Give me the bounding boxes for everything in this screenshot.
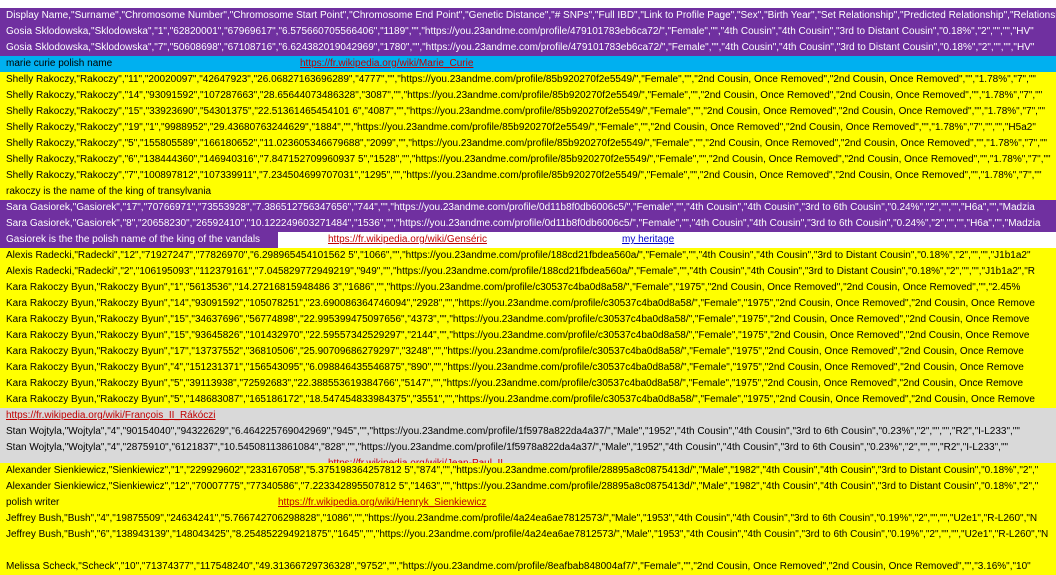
sheet-row[interactable]: Gosia Sklodowska,"Sklodowska","1","62820… bbox=[0, 24, 1056, 40]
cell-text[interactable]: marie curie polish name bbox=[6, 56, 112, 72]
sheet-row[interactable]: Shelly Rakoczy,"Rakoczy","11","20020097"… bbox=[0, 72, 1056, 88]
sheet-row[interactable]: Shelly Rakoczy,"Rakoczy","14","93091592"… bbox=[0, 88, 1056, 104]
cell-text[interactable]: rakoczy is the name of the king of trans… bbox=[6, 184, 211, 200]
sheet-row[interactable]: Alexis Radecki,"Radecki","2","106195093"… bbox=[0, 264, 1056, 280]
cell-text[interactable]: Shelly Rakoczy,"Rakoczy","19","1","99889… bbox=[6, 120, 1036, 136]
cell-text[interactable]: Gosia Sklodowska,"Sklodowska","7","50608… bbox=[6, 40, 1034, 56]
cell-text[interactable]: Sara Gasiorek,"Gasiorek","17","70766971"… bbox=[6, 200, 1035, 216]
hyperlink[interactable]: https://fr.wikipedia.org/wiki/Genséric bbox=[328, 232, 487, 248]
hyperlink[interactable]: my heritage bbox=[622, 232, 674, 248]
sheet-row[interactable]: Kara Rakoczy Byun,"Rakoczy Byun","5","39… bbox=[0, 376, 1056, 392]
sheet-row[interactable]: Shelly Rakoczy,"Rakoczy","6","138444360"… bbox=[0, 152, 1056, 168]
sheet-row[interactable]: Alexis Radecki,"Radecki","12","71927247"… bbox=[0, 248, 1056, 264]
sheet-row[interactable]: Shelly Rakoczy,"Rakoczy","19","1","99889… bbox=[0, 120, 1056, 136]
cell-text[interactable]: Alexis Radecki,"Radecki","12","71927247"… bbox=[6, 248, 1031, 264]
cell-text[interactable]: Kara Rakoczy Byun,"Rakoczy Byun","14","9… bbox=[6, 296, 1035, 312]
sheet-row[interactable] bbox=[0, 543, 1056, 559]
sheet-row[interactable]: Kara Rakoczy Byun,"Rakoczy Byun","15","9… bbox=[0, 328, 1056, 344]
cell-text[interactable]: Shelly Rakoczy,"Rakoczy","6","138444360"… bbox=[6, 152, 1051, 168]
sheet-row[interactable]: Kara Rakoczy Byun,"Rakoczy Byun","4","15… bbox=[0, 360, 1056, 376]
cell-text[interactable]: Jeffrey Bush,"Bush","6","138943139","148… bbox=[6, 527, 1048, 543]
cell-text[interactable]: Alexander Sienkiewicz,"Sienkiewicz","1",… bbox=[6, 463, 1038, 479]
cell-text[interactable]: Kara Rakoczy Byun,"Rakoczy Byun","5","39… bbox=[6, 376, 1023, 392]
sheet-row[interactable]: Jeffrey Bush,"Bush","6","138943139","148… bbox=[0, 527, 1056, 543]
cell-text[interactable]: Shelly Rakoczy,"Rakoczy","14","93091592"… bbox=[6, 88, 1042, 104]
cell-text[interactable]: Kara Rakoczy Byun,"Rakoczy Byun","17","1… bbox=[6, 344, 1024, 360]
cell-text[interactable]: Alexander Sienkiewicz,"Sienkiewicz","12"… bbox=[6, 479, 1038, 495]
sheet-row[interactable]: Sara Gasiorek,"Gasiorek","8","20658230",… bbox=[0, 216, 1056, 232]
sheet-row[interactable]: Kara Rakoczy Byun,"Rakoczy Byun","1","56… bbox=[0, 280, 1056, 296]
sheet-row[interactable]: Kara Rakoczy Byun,"Rakoczy Byun","17","1… bbox=[0, 344, 1056, 360]
cell-text[interactable]: Kara Rakoczy Byun,"Rakoczy Byun","15","9… bbox=[6, 328, 1029, 344]
sheet-row[interactable]: Kara Rakoczy Byun,"Rakoczy Byun","14","9… bbox=[0, 296, 1056, 312]
sheet-row[interactable]: Stan Wojtyla,"Wojtyla","4","2875910","61… bbox=[0, 440, 1056, 456]
sheet-row[interactable]: Jeffrey Bush,"Bush","4","19875509","2463… bbox=[0, 511, 1056, 527]
cell-text[interactable]: Gasiorek is the the polish name of the k… bbox=[6, 232, 260, 248]
sheet-row[interactable]: Display Name,"Surname","Chromosome Numbe… bbox=[0, 8, 1056, 24]
sheet-row[interactable]: Alexander Sienkiewicz,"Sienkiewicz","1",… bbox=[0, 463, 1056, 479]
cell-text[interactable]: Jeffrey Bush,"Bush","4","19875509","2463… bbox=[6, 511, 1037, 527]
cell-text[interactable]: Shelly Rakoczy,"Rakoczy","11","20020097"… bbox=[6, 72, 1036, 88]
sheet-row[interactable]: Kara Rakoczy Byun,"Rakoczy Byun","15","3… bbox=[0, 312, 1056, 328]
sheet-row[interactable]: Kara Rakoczy Byun,"Rakoczy Byun","5","14… bbox=[0, 392, 1056, 408]
cell-text[interactable]: Stan Wojtyla,"Wojtyla","4","90154040","9… bbox=[6, 424, 1020, 440]
sheet-row[interactable]: Stan Wojtyla,"Wojtyla","4","90154040","9… bbox=[0, 424, 1056, 440]
cell-text[interactable]: Kara Rakoczy Byun,"Rakoczy Byun","1","56… bbox=[6, 280, 1020, 296]
sheet-row[interactable]: Gasiorek is the the polish name of the k… bbox=[0, 232, 278, 248]
sheet-row[interactable]: marie curie polish name bbox=[0, 56, 1056, 72]
hyperlink[interactable]: https://fr.wikipedia.org/wiki/François_I… bbox=[6, 408, 216, 424]
cell-text[interactable]: Display Name,"Surname","Chromosome Numbe… bbox=[6, 8, 1056, 24]
hyperlink[interactable]: https://fr.wikipedia.org/wiki/Henryk_Sie… bbox=[278, 495, 486, 511]
cell-text[interactable]: Shelly Rakoczy,"Rakoczy","7","100897812"… bbox=[6, 168, 1042, 184]
cell-text[interactable]: Kara Rakoczy Byun,"Rakoczy Byun","5","14… bbox=[6, 392, 1035, 408]
hyperlink[interactable]: https://fr.wikipedia.org/wiki/Marie_Curi… bbox=[300, 56, 473, 72]
cell-text[interactable]: Alexis Radecki,"Radecki","2","106195093"… bbox=[6, 264, 1035, 280]
sheet-row[interactable]: Shelly Rakoczy,"Rakoczy","5","155805589"… bbox=[0, 136, 1056, 152]
sheet-row[interactable]: Shelly Rakoczy,"Rakoczy","7","100897812"… bbox=[0, 168, 1056, 184]
sheet-row[interactable]: Melissa Scheck,"Scheck","10","71374377",… bbox=[0, 559, 1056, 575]
sheet-row[interactable]: Sara Gasiorek,"Gasiorek","17","70766971"… bbox=[0, 200, 1056, 216]
cell-text[interactable]: Sara Gasiorek,"Gasiorek","8","20658230",… bbox=[6, 216, 1040, 232]
spreadsheet-sheet: Display Name,"Surname","Chromosome Numbe… bbox=[0, 0, 1056, 575]
sheet-row[interactable]: polish writer bbox=[0, 495, 1056, 511]
cell-text[interactable]: Stan Wojtyla,"Wojtyla","4","2875910","61… bbox=[6, 440, 1008, 456]
sheet-row[interactable]: rakoczy is the name of the king of trans… bbox=[0, 184, 1056, 200]
cell-text[interactable]: Kara Rakoczy Byun,"Rakoczy Byun","4","15… bbox=[6, 360, 1024, 376]
cell-text[interactable]: Kara Rakoczy Byun,"Rakoczy Byun","15","3… bbox=[6, 312, 1029, 328]
cell-text[interactable]: Gosia Sklodowska,"Sklodowska","1","62820… bbox=[6, 24, 1034, 40]
cell-text[interactable]: Shelly Rakoczy,"Rakoczy","15","33923690"… bbox=[6, 104, 1045, 120]
cell-text[interactable]: Shelly Rakoczy,"Rakoczy","5","155805589"… bbox=[6, 136, 1047, 152]
sheet-row[interactable]: Shelly Rakoczy,"Rakoczy","15","33923690"… bbox=[0, 104, 1056, 120]
sheet-row[interactable]: Gosia Sklodowska,"Sklodowska","7","50608… bbox=[0, 40, 1056, 56]
cell-text[interactable]: Melissa Scheck,"Scheck","10","71374377",… bbox=[6, 559, 1031, 575]
sheet-row[interactable]: Alexander Sienkiewicz,"Sienkiewicz","12"… bbox=[0, 479, 1056, 495]
cell-text[interactable]: polish writer bbox=[6, 495, 59, 511]
